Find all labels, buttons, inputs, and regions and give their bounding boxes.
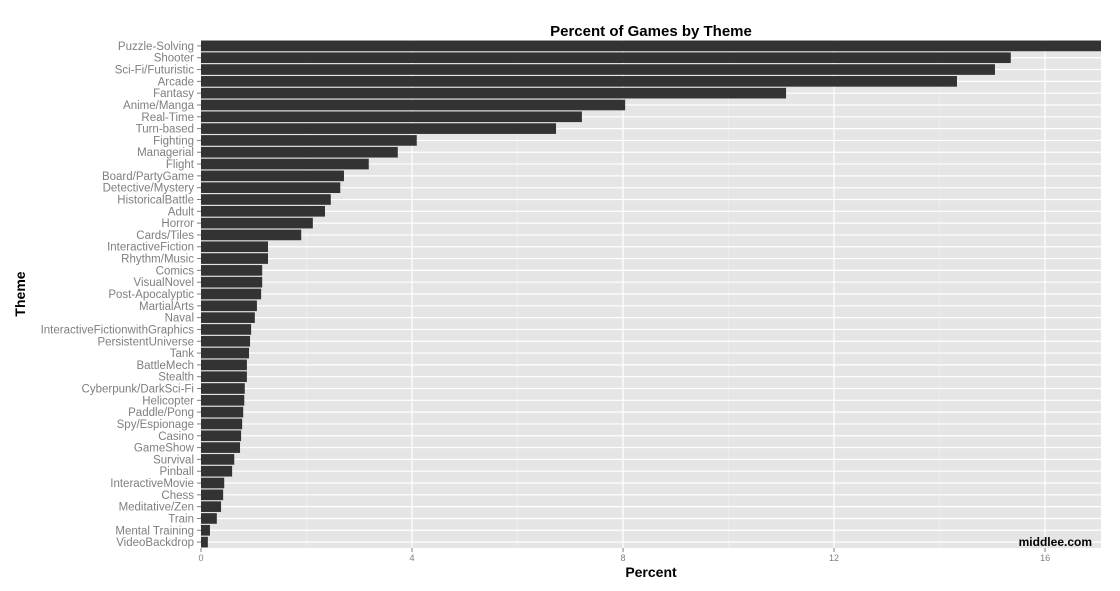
y-tick-label: Mental Training: [115, 525, 194, 537]
y-tick-label: Turn-based: [136, 124, 194, 136]
bar: [201, 501, 222, 512]
bar: [201, 253, 268, 264]
bar: [201, 489, 224, 501]
x-tick-label: 4: [410, 553, 415, 563]
y-tick-label: Cyberpunk/DarkSci-Fi: [82, 384, 194, 396]
x-tick-label: 8: [621, 553, 626, 563]
bar: [201, 87, 787, 99]
y-tick-label: Shooter: [154, 53, 194, 65]
y-tick-label: Train: [168, 513, 194, 525]
y-tick-label: Sci-Fi/Futuristic: [115, 65, 194, 77]
y-tick-label: Meditative/Zen: [119, 502, 194, 514]
y-tick-label: Horror: [161, 218, 194, 230]
y-tick-label: Tank: [170, 348, 195, 360]
bar: [201, 52, 1011, 64]
y-tick-label: PersistentUniverse: [97, 336, 194, 348]
x-tick-label: 0: [198, 553, 203, 563]
y-tick-label: Naval: [165, 313, 194, 325]
bar: [201, 406, 244, 418]
bar: [201, 395, 245, 406]
y-tick-label: HistoricalBattle: [117, 194, 194, 206]
bar: [201, 241, 268, 253]
y-tick-label: Board/PartyGame: [102, 171, 194, 183]
y-tick-label: VideoBackdrop: [116, 537, 194, 549]
y-tick-label: Helicopter: [142, 395, 194, 407]
bar: [201, 194, 331, 205]
bar: [201, 64, 995, 75]
bar: [201, 454, 235, 465]
bar: [201, 276, 263, 288]
y-tick-label: BattleMech: [136, 360, 194, 372]
bar: [201, 513, 217, 524]
bar: [201, 383, 245, 394]
y-tick-label: Chess: [161, 490, 194, 502]
bar-chart: Percent of Games by Theme Puzzle-Solving…: [12, 23, 1101, 580]
bar: [201, 158, 369, 170]
y-axis-title: Theme: [12, 271, 28, 316]
bar: [201, 182, 341, 193]
bar: [201, 430, 242, 442]
y-tick-label: Anime/Manga: [123, 100, 195, 112]
y-tick-label: Stealth: [158, 372, 194, 384]
y-tick-label: Survival: [153, 454, 194, 466]
bar: [201, 418, 243, 430]
y-tick-label: Real-Time: [141, 112, 194, 124]
x-axis-ticks: 0 4 8 12 16: [198, 548, 1050, 563]
bar: [201, 288, 262, 300]
watermark-annotation: middlee.com: [1019, 535, 1092, 549]
bar: [201, 170, 344, 182]
bar: [201, 347, 250, 359]
y-tick-label: Paddle/Pong: [128, 407, 194, 419]
x-axis-title: Percent: [625, 564, 677, 580]
y-tick-label: Comics: [156, 265, 195, 277]
y-tick-label: Spy/Espionage: [117, 419, 194, 431]
bar: [201, 265, 263, 276]
y-tick-label: InteractiveFictionwithGraphics: [41, 324, 195, 336]
y-tick-label: Pinball: [159, 466, 194, 478]
y-tick-label: Fantasy: [153, 88, 194, 100]
y-tick-label: Detective/Mystery: [103, 183, 195, 195]
bar: [201, 477, 225, 489]
bar: [201, 442, 241, 453]
bar: [201, 135, 417, 146]
bar: [201, 123, 557, 134]
y-axis-ticks: Puzzle-SolvingShooterSci-Fi/FuturisticAr…: [41, 41, 201, 549]
bar: [201, 359, 247, 371]
x-tick-label: 16: [1040, 553, 1050, 563]
bar: [201, 99, 626, 111]
bar: [201, 524, 210, 536]
bar: [201, 300, 257, 312]
y-tick-label: InteractiveFiction: [107, 242, 194, 254]
y-tick-label: Puzzle-Solving: [118, 41, 194, 53]
y-tick-label: Fighting: [153, 135, 194, 147]
y-tick-label: Rhythm/Music: [121, 254, 194, 266]
x-tick-label: 12: [829, 553, 839, 563]
y-tick-label: Arcade: [158, 76, 194, 88]
bar: [201, 111, 582, 123]
bar: [201, 229, 302, 241]
bar: [201, 324, 252, 335]
y-tick-label: MartialArts: [139, 301, 194, 313]
bar: [201, 217, 313, 229]
bar: [201, 40, 1101, 52]
bar: [201, 76, 957, 87]
y-tick-label: Casino: [158, 431, 194, 443]
chart-title: Percent of Games by Theme: [550, 23, 752, 40]
y-tick-label: InteractiveMovie: [110, 478, 194, 490]
y-tick-label: Flight: [166, 159, 195, 171]
bar: [201, 465, 233, 477]
bar: [201, 312, 255, 323]
bar: [201, 335, 251, 347]
y-tick-label: GameShow: [134, 443, 195, 455]
y-tick-label: Post-Apocalyptic: [108, 289, 194, 301]
y-tick-label: Adult: [168, 206, 195, 218]
bar: [201, 371, 247, 383]
y-tick-label: Managerial: [137, 147, 194, 159]
y-tick-label: Cards/Tiles: [136, 230, 194, 242]
bar: [201, 146, 398, 158]
bar: [201, 205, 325, 217]
y-tick-label: VisualNovel: [133, 277, 194, 289]
bar: [201, 536, 208, 548]
